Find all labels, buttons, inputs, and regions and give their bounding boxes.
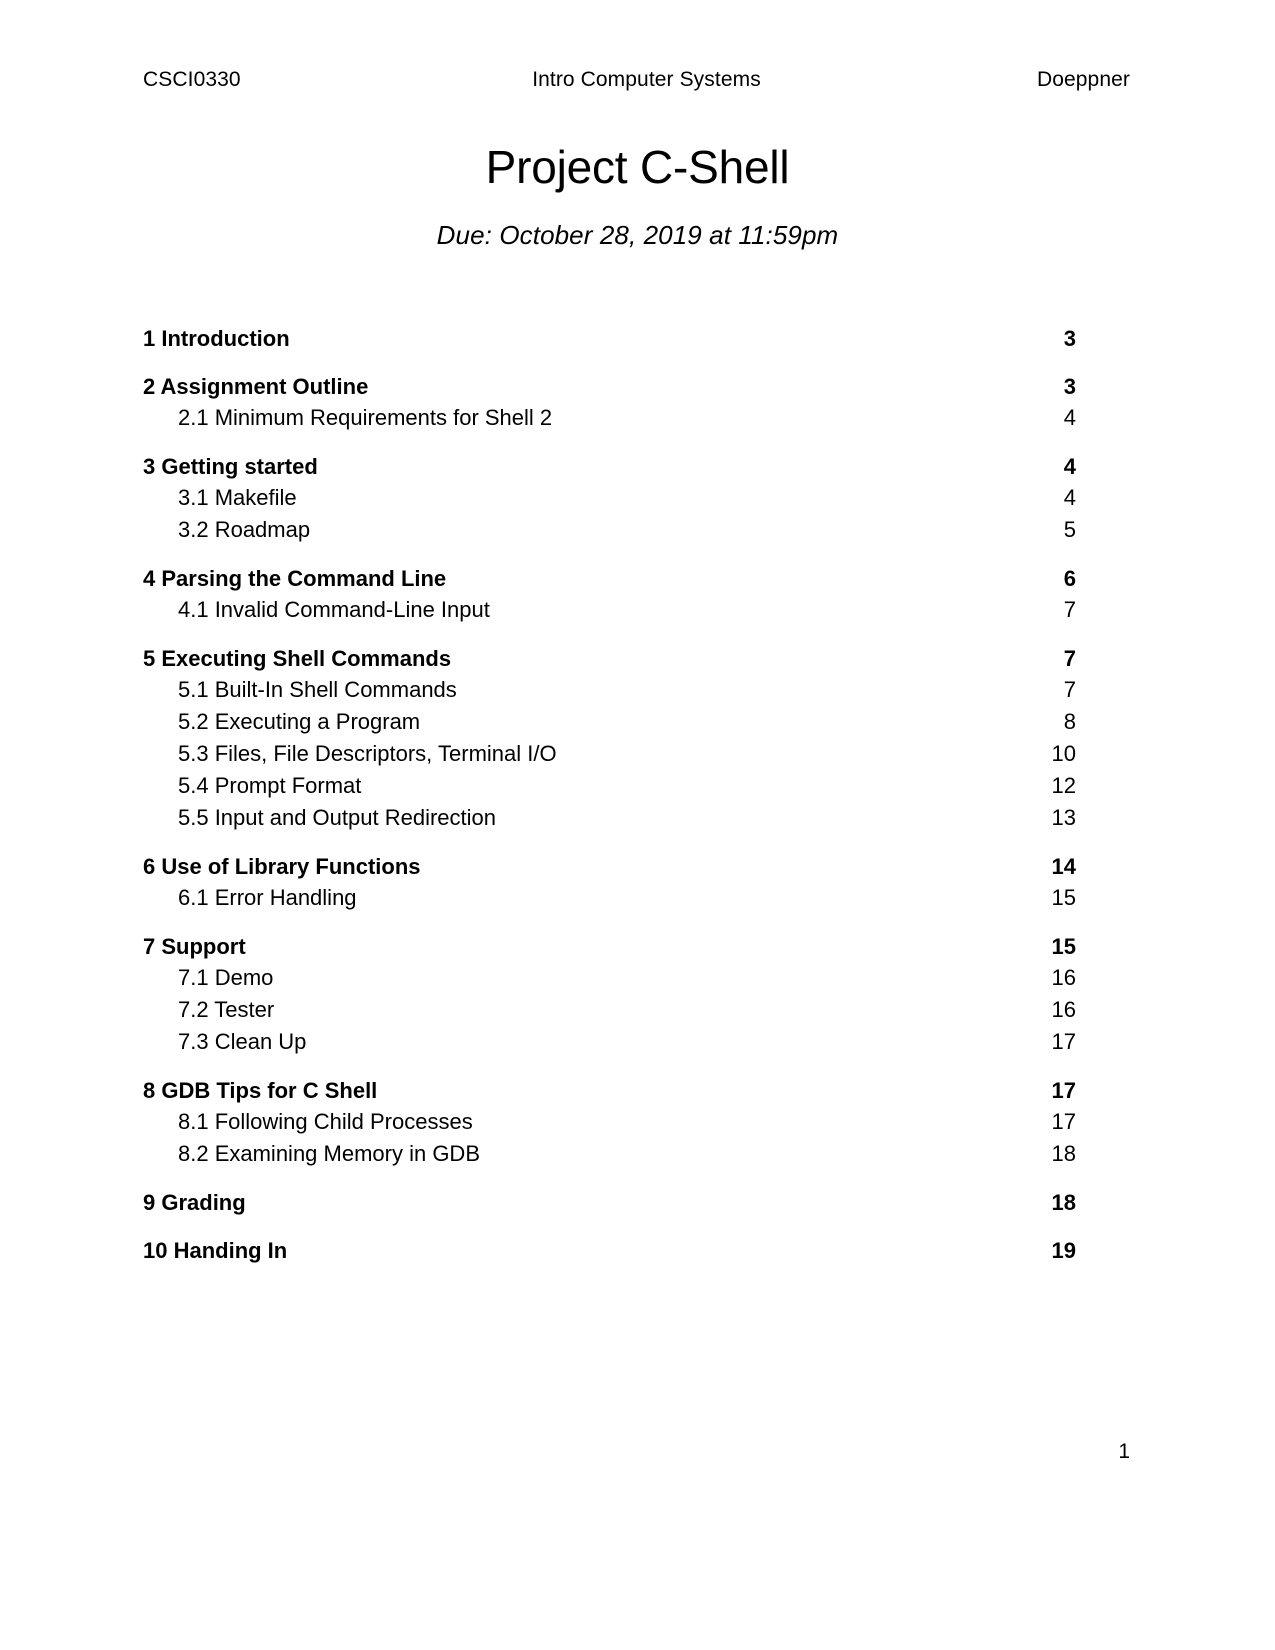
toc-entry-label: 3 Getting started [143,454,318,479]
toc-entry[interactable]: 3.2 Roadmap 5 [143,514,1076,546]
header-instructor: Doeppner [1036,68,1130,91]
toc-entry-page: 18 [1051,1141,1076,1166]
toc-entry[interactable]: 6.1 Error Handling 15 [143,882,1076,914]
toc-entry-page: 16 [1051,997,1076,1022]
toc-entry[interactable]: 8.2 Examining Memory in GDB 18 [143,1138,1076,1170]
toc-entry[interactable]: 8.1 Following Child Processes 17 [143,1106,1076,1138]
toc-entry-label: 1 Introduction [143,326,290,351]
toc-entry[interactable]: 5.4 Prompt Format 12 [143,770,1076,802]
header-course-code: CSCI0330 [143,68,241,91]
toc-entry-label: 2 Assignment Outline [143,374,369,399]
toc-entry-page: 17 [1051,1109,1076,1134]
toc-entry-label: 5.1 Built-In Shell Commands [178,677,457,702]
toc-entry-page: 19 [1051,1238,1076,1263]
toc-entry-page: 4 [1063,485,1076,510]
toc-entry-label: 5 Executing Shell Commands [143,646,452,671]
toc-entry[interactable]: 4 Parsing the Command Line 6 [143,564,1076,594]
toc-entry[interactable]: 7.2 Tester 16 [143,994,1076,1026]
toc-entry[interactable]: 3.1 Makefile 4 [143,482,1076,514]
toc-entry-label: 3.1 Makefile [178,485,297,510]
toc-entry-label: 7 Support [143,934,246,959]
toc-entry-page: 13 [1051,805,1076,830]
footer-page-number: 1 [1118,1440,1130,1463]
toc-entry-page: 7 [1063,597,1076,622]
toc-entry-page: 14 [1051,854,1076,879]
toc-entry-page: 6 [1063,566,1076,591]
toc-entry-page: 3 [1063,326,1076,351]
toc-entry[interactable]: 1 Introduction 3 [143,324,1076,354]
toc-entry[interactable]: 2.1 Minimum Requirements for Shell 2 4 [143,402,1076,434]
toc-entry[interactable]: 10 Handing In 19 [143,1236,1076,1266]
toc-entry[interactable]: 9 Grading 18 [143,1188,1076,1218]
toc-entry[interactable]: 3 Getting started 4 [143,452,1076,482]
due-date-subtitle: Due: October 28, 2019 at 11:59pm [436,220,839,250]
toc-entry[interactable]: 5.1 Built-In Shell Commands 7 [143,674,1076,706]
toc-entry-page: 10 [1051,741,1076,766]
table-of-contents: 1 Introduction 3 2 Assignment Outline 3 2.1 … [143,324,1076,1266]
document-page: CSCI0330 Intro Computer Systems Doeppner… [0,0,1275,1650]
toc-entry-page: 3 [1063,374,1076,399]
toc-entry-page: 15 [1051,934,1076,959]
toc-entry-label: 4.1 Invalid Command-Line Input [178,597,490,622]
toc-entry-label: 10 Handing In [143,1238,288,1263]
page-title: Project C-Shell [485,141,790,193]
toc-entry-label: 7.1 Demo [178,965,274,990]
toc-entry-page: 4 [1063,405,1076,430]
running-header: CSCI0330 Intro Computer Systems Doeppner [143,66,1130,94]
toc-entry[interactable]: 5.3 Files, File Descriptors, Terminal I/… [143,738,1076,770]
toc-entry-label: 7.3 Clean Up [178,1029,307,1054]
header-course-title: Intro Computer Systems [532,68,761,91]
toc-entry-page: 16 [1051,965,1076,990]
toc-entry-label: 5.5 Input and Output Redirection [178,805,496,830]
toc-entry-label: 5.3 Files, File Descriptors, Terminal I/… [178,741,557,766]
toc-entry-label: 3.2 Roadmap [178,517,311,542]
toc-entry[interactable]: 2 Assignment Outline 3 [143,372,1076,402]
toc-entry-label: 8.1 Following Child Processes [178,1109,473,1134]
toc-entry-page: 8 [1063,709,1076,734]
toc-entry-label: 5.4 Prompt Format [178,773,362,798]
toc-entry[interactable]: 7.1 Demo 16 [143,962,1076,994]
toc-entry-label: 8 GDB Tips for C Shell [143,1078,378,1103]
toc-entry-page: 18 [1051,1190,1076,1215]
toc-entry-label: 2.1 Minimum Requirements for Shell 2 [178,405,553,430]
toc-entry[interactable]: 4.1 Invalid Command-Line Input 7 [143,594,1076,626]
toc-entry-page: 15 [1051,885,1076,910]
toc-entry-page: 7 [1063,677,1076,702]
toc-entry-page: 4 [1063,454,1076,479]
toc-entry-label: 9 Grading [143,1190,246,1215]
toc-entry-label: 8.2 Examining Memory in GDB [178,1141,480,1166]
toc-entry-label: 7.2 Tester [178,997,275,1022]
toc-entry[interactable]: 5.5 Input and Output Redirection 13 [143,802,1076,834]
toc-entry-page: 17 [1051,1029,1076,1054]
toc-entry[interactable]: 7.3 Clean Up 17 [143,1026,1076,1058]
toc-entry[interactable]: 5.2 Executing a Program 8 [143,706,1076,738]
toc-entry-page: 12 [1051,773,1076,798]
toc-entry-label: 6 Use of Library Functions [143,854,421,879]
toc-entry-label: 4 Parsing the Command Line [143,566,447,591]
toc-entry-label: 5.2 Executing a Program [178,709,421,734]
toc-entry-page: 7 [1063,646,1076,671]
toc-entry[interactable]: 7 Support 15 [143,932,1076,962]
toc-entry-page: 5 [1063,517,1076,542]
toc-entry-label: 6.1 Error Handling [178,885,357,910]
toc-entry[interactable]: 5 Executing Shell Commands 7 [143,644,1076,674]
toc-entry[interactable]: 6 Use of Library Functions 14 [143,852,1076,882]
toc-entry[interactable]: 8 GDB Tips for C Shell 17 [143,1076,1076,1106]
toc-entry-page: 17 [1051,1078,1076,1103]
